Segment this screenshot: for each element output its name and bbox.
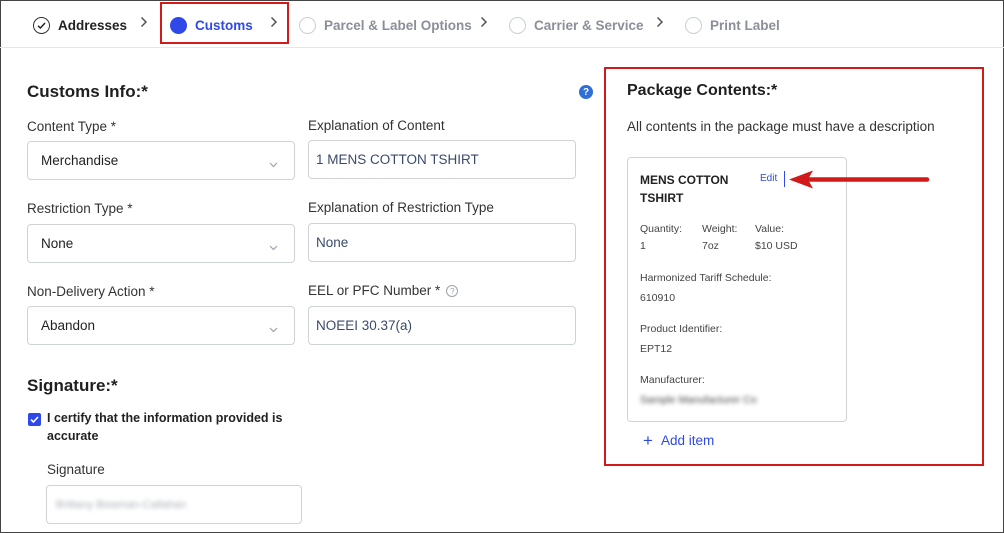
- step-label: Parcel & Label Options: [324, 17, 472, 33]
- non-delivery-value: Abandon: [41, 318, 96, 333]
- content-type-label: Content Type *: [27, 119, 117, 134]
- manufacturer-value: Sample Manufacturer Co: [640, 394, 757, 406]
- hts-value: 610910: [640, 292, 676, 304]
- help-circle-icon[interactable]: ?: [446, 285, 459, 298]
- pending-step-icon: [299, 16, 316, 34]
- product-id-label: Product Identifier:: [640, 323, 723, 335]
- checkmark-icon: [30, 416, 39, 424]
- non-delivery-select[interactable]: Abandon: [27, 306, 295, 345]
- edit-item-link[interactable]: Edit: [760, 173, 777, 184]
- item-title: MENS COTTON TSHIRT: [640, 173, 729, 205]
- value-label: Value:: [755, 223, 784, 235]
- signature-input[interactable]: Brittany Bowman-Callahan: [46, 485, 302, 524]
- pending-step-icon: [685, 16, 702, 34]
- certify-checkbox[interactable]: [28, 413, 41, 426]
- content-type-value: Merchandise: [41, 153, 119, 168]
- add-item-label: Add item: [660, 433, 715, 448]
- chevron-down-icon: [269, 156, 278, 171]
- signature-value: Brittany Bowman-Callahan: [56, 498, 187, 511]
- signature-field-label: Signature: [47, 462, 105, 477]
- step-label: Carrier & Service: [534, 17, 644, 33]
- content-type-select[interactable]: Merchandise: [27, 141, 295, 180]
- explanation-content-value: 1 MENS COTTON TSHIRT: [316, 152, 479, 167]
- explanation-restriction-value: None: [316, 235, 349, 250]
- help-icon[interactable]: ?: [579, 85, 593, 99]
- package-contents-heading: Package Contents:*: [627, 82, 778, 99]
- chevron-right-icon: [656, 16, 664, 28]
- explanation-restriction-label: Explanation of Restriction Type: [308, 200, 494, 215]
- package-contents-subtitle: All contents in the package must have a …: [627, 119, 935, 134]
- non-delivery-label: Non-Delivery Action *: [27, 284, 155, 299]
- explanation-content-input[interactable]: 1 MENS COTTON TSHIRT: [308, 140, 576, 179]
- weight-value: 7oz: [702, 240, 719, 252]
- check-circle-icon: [33, 16, 50, 34]
- eel-pfc-label: EEL or PFC Number *?: [308, 283, 459, 298]
- explanation-content-label: Explanation of Content: [308, 118, 445, 133]
- highlight-box-customs-step: [160, 2, 289, 44]
- weight-label: Weight:: [702, 223, 738, 235]
- customs-info-heading: Customs Info:*: [27, 82, 148, 101]
- eel-pfc-input[interactable]: NOEEI 30.37(a): [308, 306, 576, 345]
- value-value: $10 USD: [755, 240, 798, 252]
- pending-step-icon: [509, 16, 526, 34]
- restriction-type-label: Restriction Type *: [27, 201, 133, 216]
- restriction-type-value: None: [41, 236, 74, 251]
- step-print-label[interactable]: Print Label: [685, 15, 780, 35]
- quantity-label: Quantity:: [640, 223, 683, 235]
- manufacturer-label: Manufacturer:: [640, 374, 705, 386]
- explanation-restriction-input[interactable]: None: [308, 223, 576, 262]
- step-label: Print Label: [710, 17, 780, 33]
- certify-label: I certify that the information provided …: [47, 411, 283, 443]
- plus-icon: +: [643, 431, 653, 450]
- annotation-arrow-icon: [786, 168, 932, 197]
- eel-pfc-value: NOEEI 30.37(a): [316, 318, 413, 333]
- chevron-down-icon: [269, 239, 278, 254]
- step-addresses[interactable]: Addresses: [33, 15, 127, 35]
- checkout-stepper: Addresses Customs Parcel & Label Options…: [0, 0, 1004, 48]
- step-carrier-service[interactable]: Carrier & Service: [509, 15, 644, 35]
- chevron-down-icon: [269, 321, 278, 336]
- hts-label: Harmonized Tariff Schedule:: [640, 272, 772, 284]
- text-cursor: [784, 171, 785, 187]
- restriction-type-select[interactable]: None: [27, 224, 295, 263]
- signature-heading: Signature:*: [27, 376, 118, 395]
- chevron-right-icon: [480, 16, 488, 28]
- eel-pfc-label-text: EEL or PFC Number *: [308, 283, 441, 298]
- add-item-button[interactable]: + Add item: [643, 432, 714, 449]
- chevron-right-icon: [140, 16, 148, 28]
- step-label: Addresses: [58, 17, 128, 33]
- product-id-value: EPT12: [640, 343, 673, 355]
- step-parcel-label-options[interactable]: Parcel & Label Options: [299, 15, 472, 35]
- quantity-value: 1: [640, 240, 646, 252]
